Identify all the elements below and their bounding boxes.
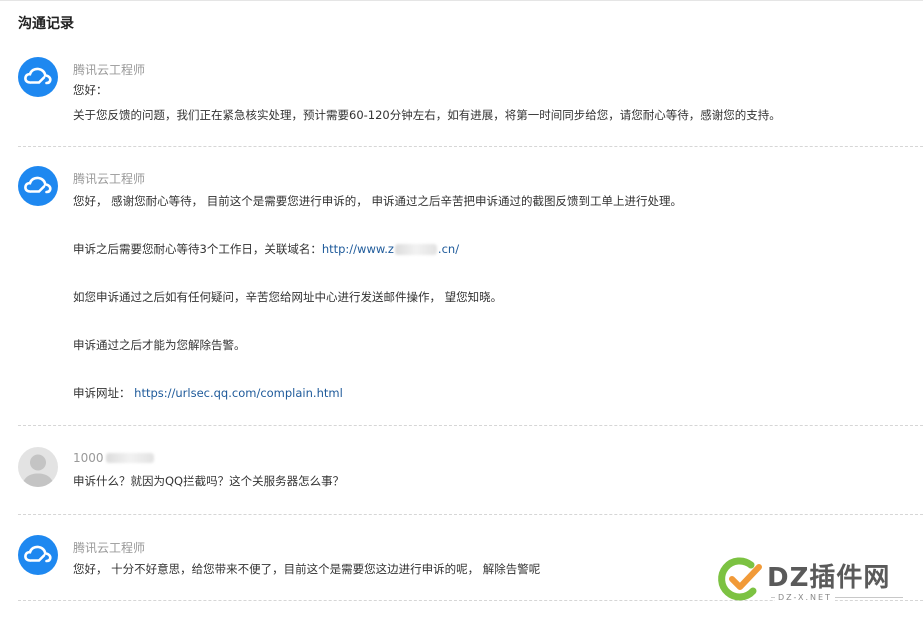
complain-url-link[interactable]: https://urlsec.qq.com/complain.html bbox=[134, 386, 343, 400]
sender-name: 腾讯云工程师 bbox=[73, 541, 146, 555]
message-text: 申诉之后需要您耐心等待3个工作日，关联域名： bbox=[73, 242, 322, 256]
sender-name: 腾讯云工程师 bbox=[73, 63, 146, 77]
engineer-avatar bbox=[18, 166, 58, 206]
message-line: 申诉通过之后才能为您解除告警。 bbox=[73, 338, 246, 352]
message-line: 申诉什么？就因为QQ拦截吗？这个关服务器怎么事？ bbox=[73, 474, 345, 488]
cloud-icon bbox=[24, 67, 52, 85]
person-icon bbox=[22, 454, 54, 487]
watermark-text: DZ插件网 bbox=[767, 563, 891, 593]
record-item: 腾讯云工程师 您好， 感谢您耐心等待， 目前这个是需要您进行申诉的， 申诉通过之… bbox=[18, 166, 923, 406]
site-watermark: DZ插件网 DZ-X.NET bbox=[715, 553, 905, 611]
message-text: 申诉网址： bbox=[73, 386, 135, 400]
message-line: 申诉网址： https://urlsec.qq.com/complain.htm… bbox=[73, 385, 343, 401]
top-border bbox=[0, 0, 923, 1]
record-item: 腾讯云工程师 您好： 关于您反馈的问题，我们正在紧急核实处理，预计需要60-12… bbox=[18, 57, 923, 127]
redacted-text bbox=[105, 453, 154, 463]
message-line: 您好， 十分不好意思，给您带来不便了，目前这个是需要您这边进行申诉的呢， 解除告… bbox=[73, 562, 541, 576]
record-divider bbox=[18, 425, 923, 426]
message-line: 关于您反馈的问题，我们正在紧急核实处理，预计需要60-120分钟左右，如有进展，… bbox=[73, 108, 781, 122]
watermark-subtext: DZ-X.NET bbox=[775, 593, 835, 602]
record-divider bbox=[18, 146, 923, 147]
cloud-icon bbox=[24, 176, 52, 194]
message-line: 您好， 感谢您耐心等待， 目前这个是需要您进行申诉的， 申诉通过之后辛苦把申诉通… bbox=[73, 194, 682, 208]
record-item: 1000 申诉什么？就因为QQ拦截吗？这个关服务器怎么事？ bbox=[18, 447, 923, 492]
user-avatar bbox=[18, 447, 58, 487]
page-title: 沟通记录 bbox=[18, 16, 74, 32]
record-divider bbox=[18, 514, 923, 515]
redacted-text bbox=[394, 244, 437, 255]
domain-link[interactable]: http://www.z .cn/ bbox=[322, 242, 459, 256]
message-line: 您好： bbox=[73, 83, 108, 97]
engineer-avatar bbox=[18, 535, 58, 575]
engineer-avatar bbox=[18, 57, 58, 97]
cloud-icon bbox=[24, 545, 52, 563]
message-line: 如您申诉通过之后如有任何疑问，辛苦您给网址中心进行发送邮件操作， 望您知晓。 bbox=[73, 290, 503, 304]
checkmark-c-logo-icon bbox=[718, 557, 762, 601]
message-line: 申诉之后需要您耐心等待3个工作日，关联域名：http://www.z .cn/ bbox=[73, 241, 459, 257]
sender-name: 1000 bbox=[73, 451, 154, 465]
sender-name: 腾讯云工程师 bbox=[73, 172, 146, 186]
